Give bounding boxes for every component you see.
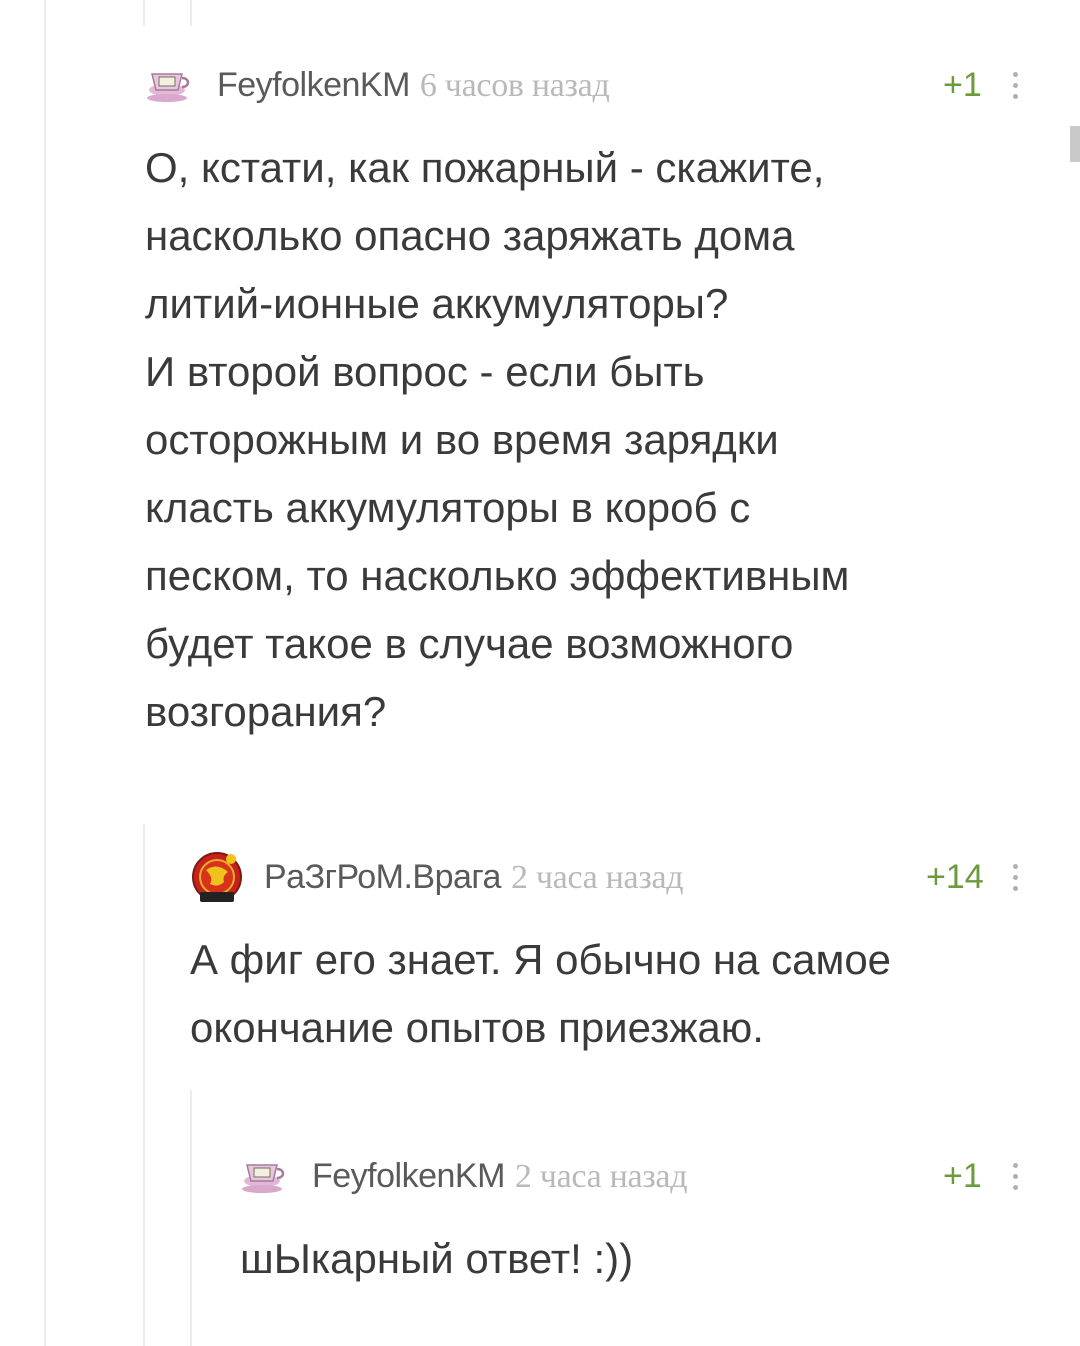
comment-author[interactable]: FeyfolkenKM 2 часа назад: [312, 1157, 688, 1196]
comment-rating: +1: [943, 1157, 982, 1195]
comment-rating: +14: [926, 858, 984, 896]
comment-header: PaЗгРоМ.Врага 2 часа назад +14: [190, 852, 1045, 902]
more-options-icon[interactable]: [1012, 1163, 1018, 1193]
thread-line-root: [44, 0, 46, 1346]
comment-header: FeyfolkenKM 6 часов назад +1: [145, 64, 1045, 108]
comment: PaЗгРоМ.Врага 2 часа назад +14 А фиг его …: [190, 852, 1045, 1062]
teacup-avatar-icon[interactable]: [145, 64, 193, 108]
thread-line-level-1-top-b: [190, 0, 192, 26]
comment-time: 6 часов назад: [419, 67, 610, 104]
thread-line-level-1-top: [143, 0, 145, 26]
comment-header: FeyfolkenKM 2 часа назад +1: [240, 1155, 1045, 1199]
author-name[interactable]: FeyfolkenKM: [312, 1157, 505, 1195]
comment: FeyfolkenKM 2 часа назад +1 шЫкарный отве…: [240, 1155, 1045, 1293]
thread-line-level-1: [143, 824, 145, 1346]
comment-text: шЫкарный ответ! :)): [240, 1235, 634, 1282]
comment-text: О, кстати, как пожарный - скажите, наско…: [145, 144, 850, 735]
author-name[interactable]: FeyfolkenKM: [217, 66, 410, 104]
author-name[interactable]: PaЗгРоМ.Врага: [264, 858, 501, 896]
comment-author[interactable]: PaЗгРоМ.Врага 2 часа назад: [264, 858, 684, 897]
comment-author[interactable]: FeyfolkenKM 6 часов назад: [217, 66, 610, 105]
comment: FeyfolkenKM 6 часов назад +1 О, кстати, к…: [145, 64, 1045, 746]
comment-time: 2 часа назад: [510, 859, 684, 896]
emblem-avatar-icon[interactable]: [190, 850, 244, 908]
scrollbar-thumb[interactable]: [1070, 126, 1080, 162]
more-options-icon[interactable]: [1012, 864, 1018, 894]
teacup-avatar-icon[interactable]: [240, 1155, 288, 1199]
comment-time: 2 часа назад: [514, 1158, 688, 1195]
comment-text: А фиг его знает. Я обычно на самое оконч…: [190, 936, 892, 1051]
comment-rating: +1: [943, 66, 982, 104]
thread-line-level-2: [190, 1090, 192, 1346]
more-options-icon[interactable]: [1012, 72, 1018, 102]
